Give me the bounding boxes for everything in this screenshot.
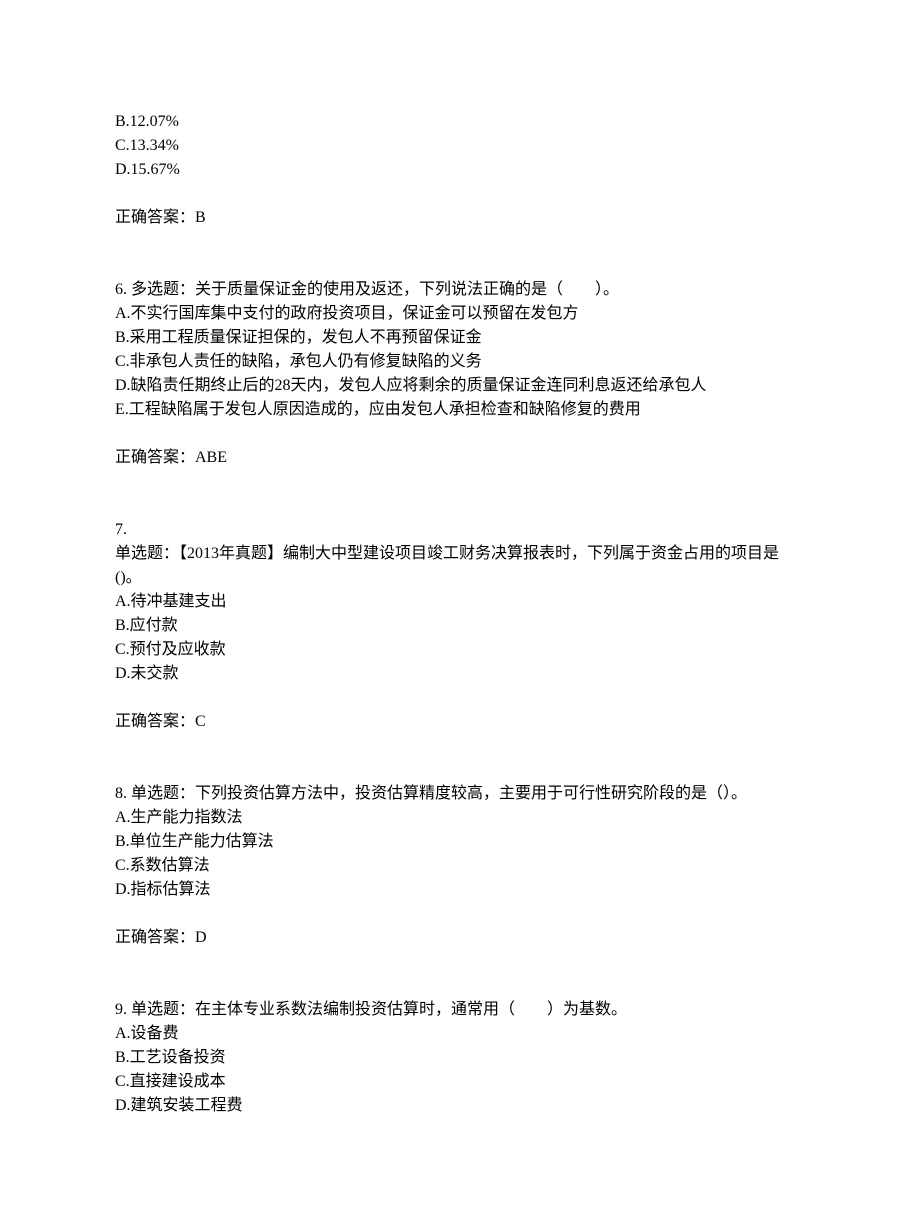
- question-number: 7.: [115, 518, 805, 542]
- option-a: A.生产能力指数法: [115, 806, 805, 830]
- option-b: B.采用工程质量保证担保的，发包人不再预留保证金: [115, 326, 805, 350]
- question-stem: 单选题：【2013年真题】编制大中型建设项目竣工财务决算报表时，下列属于资金占用…: [115, 542, 805, 590]
- option-b: B.应付款: [115, 614, 805, 638]
- option-c: C.预付及应收款: [115, 638, 805, 662]
- option-d: D.指标估算法: [115, 878, 805, 902]
- option-b: B.单位生产能力估算法: [115, 830, 805, 854]
- question-stem: 9. 单选题：在主体专业系数法编制投资估算时，通常用（ ）为基数。: [115, 998, 805, 1022]
- option-a: A.待冲基建支出: [115, 590, 805, 614]
- question-8: 8. 单选题：下列投资估算方法中，投资估算精度较高，主要用于可行性研究阶段的是（…: [115, 782, 805, 950]
- option-b: B.工艺设备投资: [115, 1046, 805, 1070]
- option-c: C.非承包人责任的缺陷，承包人仍有修复缺陷的义务: [115, 350, 805, 374]
- answer-text: 正确答案：ABE: [115, 446, 805, 470]
- answer-text: 正确答案：B: [115, 206, 805, 230]
- answer-text: 正确答案：D: [115, 926, 805, 950]
- option-d: D.缺陷责任期终止后的28天内，发包人应将剩余的质量保证金连同利息返还给承包人: [115, 374, 805, 398]
- question-stem: 8. 单选题：下列投资估算方法中，投资估算精度较高，主要用于可行性研究阶段的是（…: [115, 782, 805, 806]
- option-c: C.系数估算法: [115, 854, 805, 878]
- question-stem: 6. 多选题：关于质量保证金的使用及返还，下列说法正确的是（ ）。: [115, 278, 805, 302]
- question-5-partial: B.12.07% C.13.34% D.15.67% 正确答案：B: [115, 110, 805, 230]
- option-a: A.设备费: [115, 1022, 805, 1046]
- question-7: 7. 单选题：【2013年真题】编制大中型建设项目竣工财务决算报表时，下列属于资…: [115, 518, 805, 734]
- option-e: E.工程缺陷属于发包人原因造成的，应由发包人承担检查和缺陷修复的费用: [115, 398, 805, 422]
- option-c: C.13.34%: [115, 134, 805, 158]
- answer-text: 正确答案：C: [115, 710, 805, 734]
- question-9: 9. 单选题：在主体专业系数法编制投资估算时，通常用（ ）为基数。 A.设备费 …: [115, 998, 805, 1118]
- option-d: D.建筑安装工程费: [115, 1094, 805, 1118]
- option-d: D.未交款: [115, 662, 805, 686]
- option-c: C.直接建设成本: [115, 1070, 805, 1094]
- option-d: D.15.67%: [115, 158, 805, 182]
- option-b: B.12.07%: [115, 110, 805, 134]
- question-6: 6. 多选题：关于质量保证金的使用及返还，下列说法正确的是（ ）。 A.不实行国…: [115, 278, 805, 470]
- option-a: A.不实行国库集中支付的政府投资项目，保证金可以预留在发包方: [115, 302, 805, 326]
